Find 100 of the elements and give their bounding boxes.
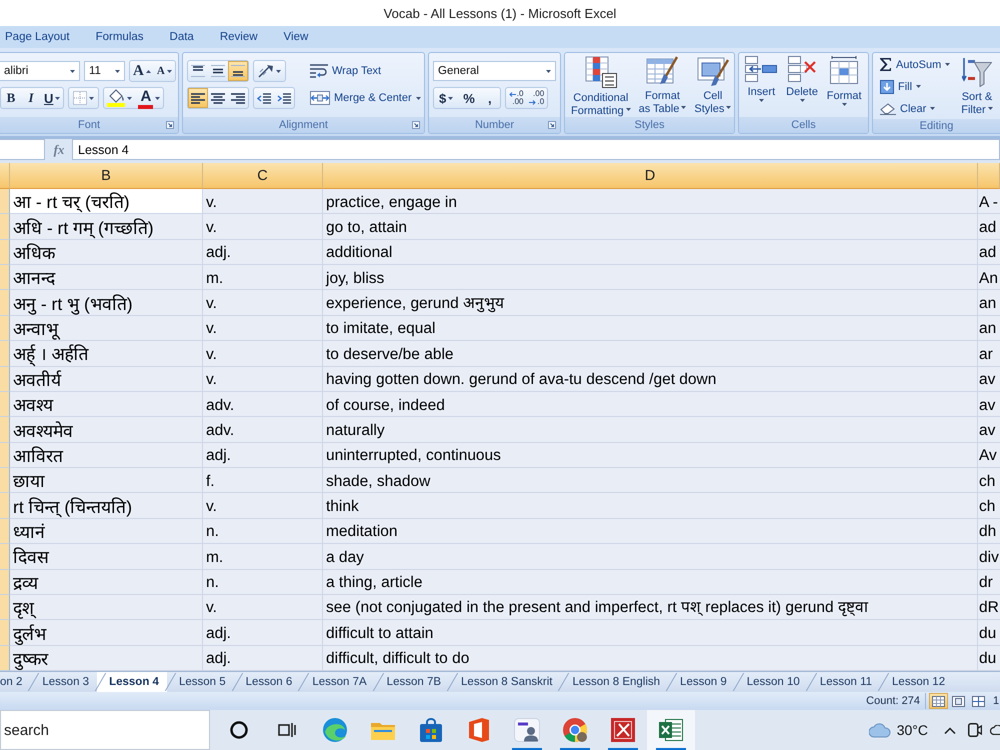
person-app-icon[interactable] — [514, 718, 540, 742]
eraser-icon — [880, 102, 896, 114]
sheet-tab[interactable]: Lesson 8 English — [560, 672, 668, 692]
format-as-table-button[interactable]: Format as Table — [636, 56, 688, 117]
format-button[interactable]: Format — [824, 56, 864, 117]
cloud-icon[interactable] — [990, 725, 1000, 735]
sheet-tab[interactable]: Lesson 8 Sanskrit — [449, 672, 560, 692]
sheet-tab[interactable]: Lesson 11 — [808, 672, 880, 692]
italic-button[interactable]: I — [21, 88, 41, 108]
group-label: Editing — [920, 120, 954, 132]
conditional-formatting-button[interactable]: Conditional Formatting — [569, 56, 633, 117]
table-cell: adj. — [203, 646, 323, 671]
number-format-field[interactable]: General — [433, 61, 556, 81]
search-field[interactable]: search — [0, 710, 210, 750]
wrap-text-button[interactable]: Wrap Text — [307, 60, 424, 82]
dialog-launcher-icon[interactable] — [548, 121, 556, 129]
table-cell: of course, indeed — [323, 392, 978, 418]
insert-cells-icon — [745, 56, 778, 82]
circle-logo-icon[interactable] — [563, 718, 587, 742]
caret-icon — [70, 70, 75, 72]
caret-icon — [930, 107, 936, 110]
font-size-field[interactable]: 11 — [84, 61, 125, 81]
temperature-label[interactable]: 30°C — [896, 722, 928, 738]
table-cell: अनु - rt भु (भवति) — [10, 290, 203, 316]
task-view-icon[interactable] — [278, 722, 296, 738]
normal-view-button[interactable] — [929, 693, 948, 709]
door-logo-icon[interactable] — [469, 718, 489, 742]
caret-icon — [988, 107, 993, 110]
sheet-tab[interactable]: Lesson 5 — [166, 672, 234, 692]
grow-font-button[interactable]: A — [130, 61, 154, 81]
underline-button[interactable]: U — [41, 88, 64, 108]
clear-button[interactable]: Clear — [877, 98, 954, 119]
ribbon-tab[interactable]: View — [270, 26, 322, 48]
dialog-launcher-icon[interactable] — [412, 121, 420, 129]
delete-button[interactable]: Delete — [784, 56, 820, 117]
column-header[interactable]: B — [10, 163, 203, 189]
shopping-bag-icon[interactable] — [420, 718, 442, 742]
ribbon-tab[interactable]: Page Layout — [0, 26, 83, 48]
align-bottom-icon — [231, 65, 245, 77]
table-cell: ch — [978, 468, 1000, 494]
page-break-preview-button[interactable] — [969, 693, 988, 709]
table-cell: v. — [203, 366, 323, 392]
table-cell: adv. — [203, 417, 323, 443]
table-cell: adj. — [203, 620, 323, 646]
cell-styles-button[interactable]: Cell Styles — [692, 56, 734, 117]
shrink-font-button[interactable]: A — [154, 61, 175, 81]
ribbon-tab[interactable]: Data — [156, 26, 207, 48]
ribbon-tab[interactable]: Review — [206, 26, 271, 48]
bold-button[interactable]: B — [1, 88, 21, 108]
table-cell: अवतीर्य — [10, 366, 203, 392]
font-name-field[interactable]: alibri — [0, 61, 80, 81]
fill-button[interactable]: Fill — [877, 76, 954, 97]
ring-icon[interactable] — [230, 721, 248, 739]
grid-icon — [932, 696, 945, 706]
sheet-tab[interactable]: Lesson 10 — [734, 672, 808, 692]
sheet-tab[interactable]: Lesson 6 — [234, 672, 300, 692]
sheet-tab[interactable]: Lesson 3 — [30, 672, 98, 692]
swirl-logo-icon[interactable] — [323, 718, 347, 742]
insert-button[interactable]: Insert — [743, 56, 780, 117]
sheet-tab[interactable]: Lesson 7A — [300, 672, 375, 692]
sort-filter-button[interactable]: Sort & Filter — [959, 54, 995, 119]
text-angle-button[interactable] — [253, 60, 286, 82]
chevron-up-icon[interactable] — [944, 726, 956, 734]
align-bottom-button[interactable] — [228, 61, 248, 81]
formula-field[interactable]: Lesson 4 — [72, 139, 1000, 160]
borders-button[interactable] — [68, 87, 100, 109]
currency-button[interactable]: $ — [434, 88, 458, 108]
column-header[interactable]: D — [323, 163, 978, 189]
column-header[interactable]: C — [203, 163, 323, 189]
caret-icon — [681, 106, 686, 109]
sheet-tab[interactable]: Lesson 7B — [374, 672, 450, 692]
decrease-decimal-button[interactable]: .00 .0 — [526, 88, 548, 108]
percent-button[interactable]: % — [458, 88, 480, 108]
caret-icon — [89, 96, 94, 100]
merge-center-button[interactable]: Merge & Center — [307, 87, 424, 109]
table-cell: दृश् — [10, 594, 203, 620]
ribbon-tab[interactable]: Formulas — [82, 26, 157, 48]
camera-icon[interactable] — [968, 723, 982, 737]
caret-icon — [800, 99, 805, 102]
sheet-tab[interactable]: Lesson 4 — [97, 672, 167, 692]
page-layout-button[interactable] — [949, 693, 968, 709]
caret-icon — [626, 108, 631, 111]
sheet-tab[interactable]: Lesson 9 — [668, 672, 735, 692]
table-cell: द्रव्य — [10, 570, 203, 595]
sheet-tab[interactable]: on 2 — [0, 672, 30, 692]
table-cell: go to, attain — [323, 214, 978, 240]
zoom-level[interactable]: 1 — [993, 695, 1000, 707]
folder-icon[interactable] — [371, 720, 395, 740]
sheet-tab[interactable]: Lesson 12 — [880, 672, 954, 692]
increase-decimal-button[interactable]: .0 .00 — [506, 88, 526, 108]
table-cell: rt चिन्त् (चिन्तयति) — [10, 493, 203, 519]
dialog-launcher-icon[interactable] — [166, 121, 174, 129]
table-cell: dr — [978, 570, 1000, 595]
align-left-button[interactable] — [188, 88, 208, 108]
spreadsheet-icon[interactable] — [659, 718, 683, 742]
comma-button[interactable]: , — [480, 88, 500, 108]
table-cell: uninterrupted, continuous — [323, 442, 978, 468]
square-app-icon[interactable] — [611, 718, 635, 742]
font-color-button[interactable]: A — [135, 88, 164, 108]
autosum-button[interactable]: AutoSum — [877, 54, 954, 75]
